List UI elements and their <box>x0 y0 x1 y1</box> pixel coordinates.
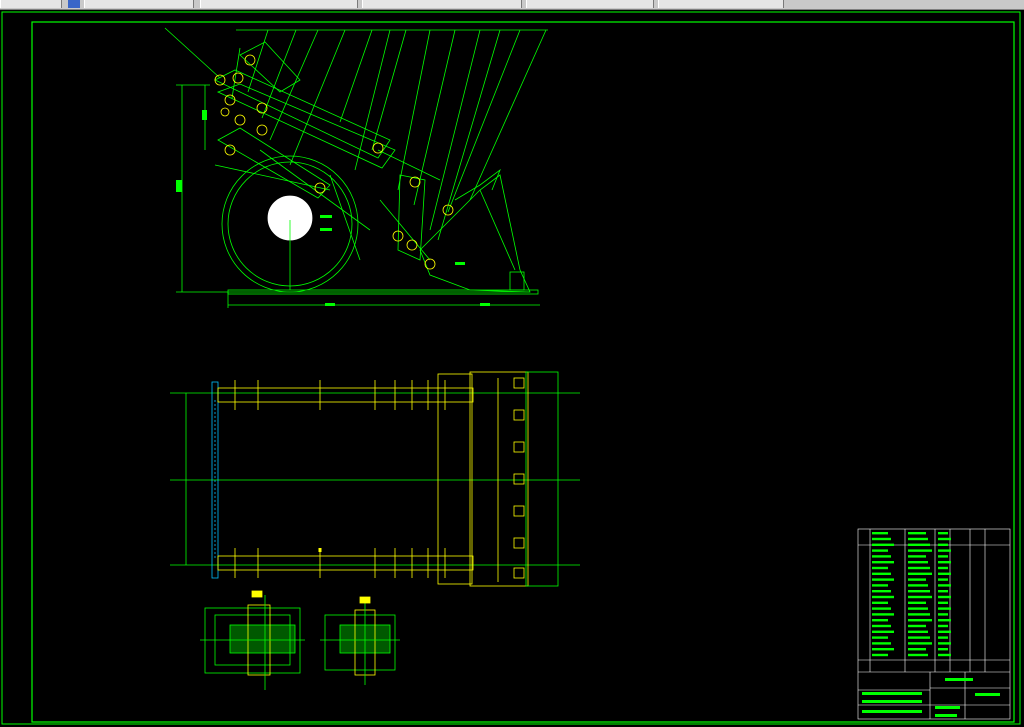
parts-list-cell <box>872 555 891 558</box>
parts-list-cell <box>938 613 948 616</box>
toolbar-slot-3[interactable] <box>200 0 358 8</box>
parts-list-cell <box>908 630 928 633</box>
toolbar <box>0 0 1024 10</box>
parts-list-cell <box>908 555 926 558</box>
parts-list-cell <box>872 532 888 535</box>
grid-icon[interactable] <box>68 0 80 8</box>
parts-list-cell <box>872 619 888 622</box>
parts-list-cell <box>872 537 891 541</box>
parts-list-cell <box>872 636 888 639</box>
parts-list-cell <box>872 572 891 575</box>
parts-list-cell <box>938 642 951 645</box>
parts-list-cell <box>938 653 951 657</box>
parts-list-cell <box>938 601 948 604</box>
parts-list-cell <box>908 636 930 639</box>
title-block-entries <box>862 678 1000 717</box>
top-view <box>170 371 580 587</box>
drawing-canvas[interactable] <box>0 10 1024 727</box>
parts-list-cell <box>872 624 891 628</box>
toolbar-slot-2[interactable] <box>84 0 194 8</box>
detail-b <box>320 596 400 685</box>
parts-list-cell <box>872 613 894 616</box>
parts-list-cell <box>938 532 948 535</box>
parts-list-cell <box>938 607 951 610</box>
side-view <box>164 27 548 308</box>
parts-list-cell <box>908 648 926 651</box>
parts-list-cell <box>908 613 930 616</box>
toolbar-slot-1[interactable] <box>0 0 62 8</box>
parts-list-cell <box>872 584 888 587</box>
parts-list-cell <box>872 543 894 546</box>
parts-list-cell <box>908 619 932 622</box>
bucket <box>419 174 531 293</box>
parts-list-cell <box>908 595 932 599</box>
parts-list-cell <box>908 653 928 657</box>
parts-list-cell <box>908 601 926 604</box>
parts-list-cell <box>938 619 951 622</box>
cad-drawing[interactable] <box>0 10 1024 727</box>
parts-list-cell <box>872 561 894 564</box>
parts-list-cell <box>938 636 948 639</box>
section-details <box>200 590 400 690</box>
parts-list-cell <box>872 578 894 581</box>
parts-list-cell <box>872 642 891 645</box>
parts-list-cell <box>938 578 948 581</box>
parts-list-cell <box>938 572 951 575</box>
detail-a <box>200 590 305 690</box>
parts-list-cell <box>938 555 948 558</box>
parts-list-cell <box>938 630 951 633</box>
parts-list-cell <box>908 578 926 581</box>
parts-list-cell <box>872 595 894 599</box>
parts-list-cell <box>938 549 951 552</box>
parts-list-cell <box>908 642 932 645</box>
parts-list-cell <box>938 648 948 651</box>
parts-list-entries <box>872 532 951 657</box>
parts-list-cell <box>872 566 888 570</box>
parts-list-cell <box>908 584 928 587</box>
parts-list-cell <box>908 624 926 628</box>
parts-list-cell <box>938 561 951 564</box>
parts-list-cell <box>908 572 932 575</box>
parts-list-cell <box>872 590 891 593</box>
parts-list-cell <box>908 532 926 535</box>
parts-list-cell <box>908 543 930 546</box>
toolbar-slot-6[interactable] <box>658 0 784 8</box>
parts-list-cell <box>908 566 930 570</box>
parts-list-cell <box>938 566 948 570</box>
toolbar-slot-5[interactable] <box>526 0 654 8</box>
parts-list-cell <box>872 607 891 610</box>
parts-list-cell <box>908 590 930 593</box>
parts-list-cell <box>908 537 928 541</box>
parts-list-cell <box>938 584 951 587</box>
parts-list-cell <box>872 630 894 633</box>
parts-list-cell <box>938 624 948 628</box>
sheet-border <box>1 11 1021 725</box>
parts-list-cell <box>938 595 951 599</box>
parts-list-cell <box>872 648 894 651</box>
parts-list-cell <box>938 537 951 541</box>
parts-list-cell <box>872 601 888 604</box>
parts-list-cell <box>872 549 888 552</box>
parts-list-cell <box>872 653 888 657</box>
parts-list-cell <box>938 590 948 593</box>
parts-list-cell <box>908 607 928 610</box>
parts-list-cell <box>908 561 928 564</box>
parts-list-cell <box>938 543 948 546</box>
toolbar-slot-4[interactable] <box>362 0 522 8</box>
parts-list-cell <box>908 549 932 552</box>
